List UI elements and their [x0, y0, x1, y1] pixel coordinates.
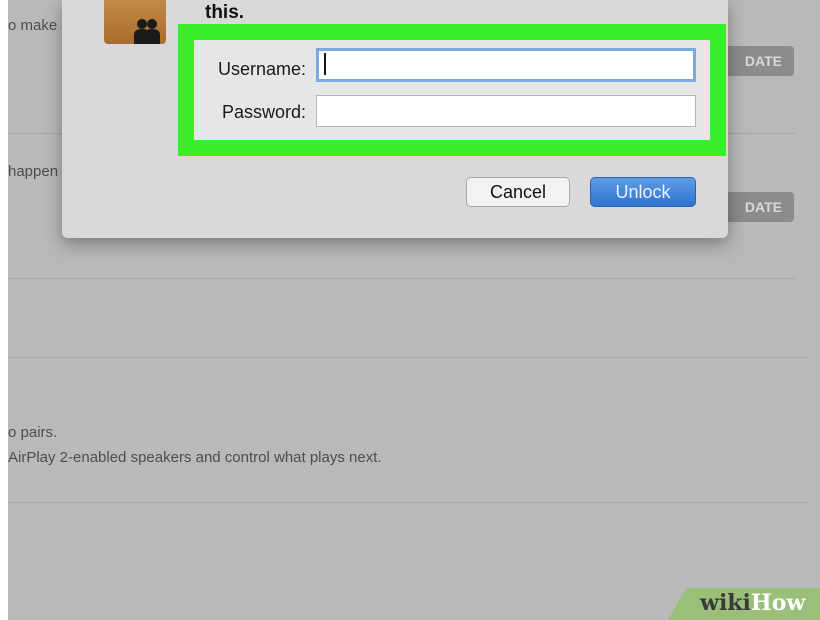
background-text-2: happen [8, 163, 59, 180]
users-avatar [104, 0, 166, 44]
wikihow-watermark: wikiHow [700, 590, 805, 616]
username-label: Username: [217, 59, 306, 79]
background-text-1: o make [8, 17, 58, 34]
divider [8, 502, 808, 503]
text-caret [324, 53, 326, 75]
left-margin [0, 0, 8, 620]
watermark-wiki: wiki [700, 590, 751, 616]
watermark-how: How [750, 590, 806, 616]
username-field[interactable] [316, 48, 696, 82]
background-text-3: o pairs. [8, 424, 58, 441]
background-text-4: AirPlay 2-enabled speakers and control w… [8, 449, 382, 466]
password-field[interactable] [316, 95, 696, 127]
update-button[interactable]: DATE [724, 192, 794, 222]
unlock-button[interactable]: Unlock [590, 177, 696, 207]
divider [8, 357, 808, 358]
password-label: Password: [221, 102, 306, 122]
users-icon [134, 19, 160, 44]
cancel-button[interactable]: Cancel [466, 177, 570, 207]
update-button[interactable]: DATE [724, 46, 794, 76]
divider [8, 278, 795, 279]
dialog-message: this. [205, 2, 245, 23]
